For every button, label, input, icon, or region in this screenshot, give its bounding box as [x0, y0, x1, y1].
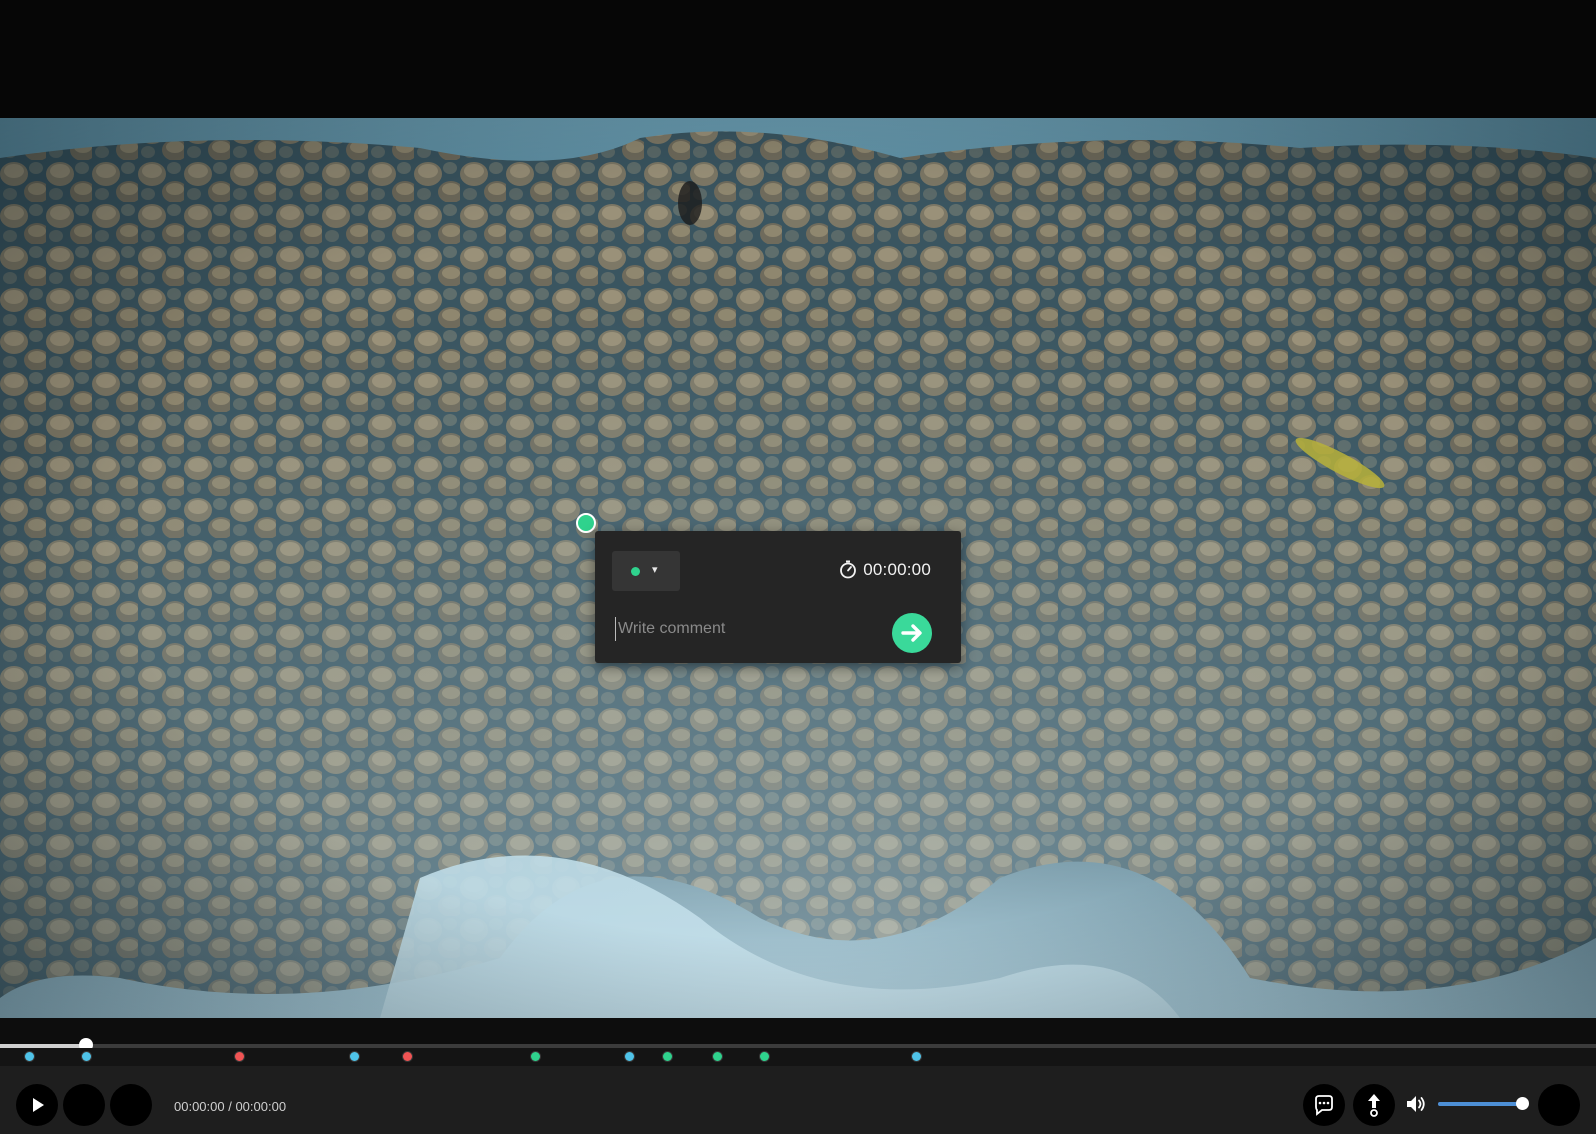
volume-fill [1438, 1102, 1522, 1106]
timeline-comment-marker[interactable] [912, 1052, 922, 1061]
timeline-comment-marker[interactable] [235, 1052, 245, 1061]
comment-icon [1315, 1095, 1333, 1116]
color-swatch [631, 567, 640, 576]
pin-icon [1368, 1094, 1380, 1117]
volume-slider[interactable] [1438, 1097, 1529, 1110]
timeline-comment-marker[interactable] [624, 1052, 634, 1061]
volume-icon[interactable] [1404, 1092, 1428, 1121]
control-button-2[interactable] [63, 1084, 105, 1126]
chevron-down-icon: ▾ [652, 564, 658, 576]
comment-markers-lane [0, 1048, 1596, 1066]
timeline-comment-marker[interactable] [82, 1052, 92, 1061]
play-icon [33, 1098, 44, 1112]
letterbox-top [0, 0, 1596, 118]
timeline-comment-marker[interactable] [530, 1052, 540, 1061]
color-picker-dropdown[interactable]: ▾ [612, 551, 680, 591]
play-button[interactable] [16, 1084, 58, 1126]
control-button-3[interactable] [110, 1084, 152, 1126]
player-controls: 00:00:00 / 00:00:00 [0, 1018, 1596, 1134]
time-display: 00:00:00 / 00:00:00 [174, 1099, 287, 1114]
send-comment-button[interactable] [892, 613, 932, 653]
timeline-comment-marker[interactable] [402, 1052, 412, 1061]
volume-handle[interactable] [1515, 1097, 1529, 1110]
stopwatch-icon [840, 560, 857, 579]
timeline-comment-marker[interactable] [712, 1052, 722, 1061]
comments-button[interactable] [1303, 1084, 1345, 1126]
control-bar: 00:00:00 / 00:00:00 [0, 1066, 1596, 1134]
comment-timestamp: 00:00:00 [838, 559, 931, 580]
timeline-comment-marker[interactable] [663, 1052, 673, 1061]
comment-location-marker[interactable] [576, 513, 596, 533]
timeline-comment-marker[interactable] [350, 1052, 360, 1061]
comment-input[interactable] [615, 617, 865, 641]
comment-timestamp-text: 00:00:00 [863, 560, 931, 579]
comment-popover: ▾ 00:00:00 [595, 531, 961, 663]
timeline-comment-marker[interactable] [24, 1052, 34, 1061]
timeline-comment-marker[interactable] [760, 1052, 770, 1061]
arrow-right-icon [901, 624, 922, 642]
annotate-button[interactable] [1353, 1084, 1395, 1126]
fullscreen-button[interactable] [1538, 1084, 1580, 1126]
